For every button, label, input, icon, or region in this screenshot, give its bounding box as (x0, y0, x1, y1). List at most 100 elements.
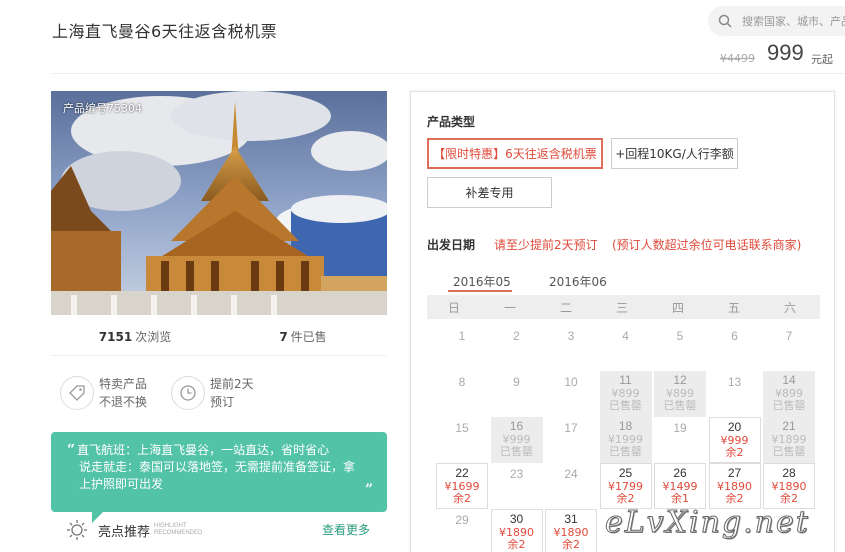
calendar-day-13: 13 (709, 371, 761, 417)
highlight-label: 亮点推荐 (98, 524, 151, 540)
calendar-day-30[interactable]: 30 ¥1890 余2 (490, 509, 543, 552)
day-number: 15 (455, 421, 469, 435)
weekday-label: 五 (727, 301, 740, 315)
feature-special-sale: 特卖产品 不退不换 (60, 375, 147, 411)
seats-left: 余2 (562, 538, 580, 551)
option-supplement[interactable]: 补差专用 (427, 177, 552, 208)
search-box[interactable] (708, 6, 845, 36)
day-number: 26 (673, 466, 687, 480)
day-number: 25 (618, 466, 633, 480)
watermark: eLvXing.net (605, 505, 810, 541)
tab-month-june[interactable]: 2016年06 (549, 273, 607, 290)
day-number: 13 (727, 375, 742, 389)
active-month-indicator (448, 290, 512, 292)
feature-line: 不退不换 (99, 395, 148, 409)
calendar-day-6: 6 (709, 325, 761, 371)
day-number: 12 (673, 373, 687, 387)
sun-icon (67, 520, 87, 540)
product-title: 上海直飞曼谷6天往返含税机票 (52, 22, 278, 41)
weekday-label: 六 (783, 301, 796, 315)
calendar-day-8: 8 (436, 371, 488, 417)
day-number: 10 (564, 375, 578, 389)
calendar-day-19: 19 (654, 417, 706, 463)
sold-out-label: 已售罄 (772, 445, 806, 458)
open-quote-icon: “ (67, 442, 76, 458)
calendar-day-9: 9 (491, 371, 543, 417)
seats-left: 余1 (671, 492, 689, 505)
day-number: 29 (455, 513, 469, 527)
search-icon (718, 14, 732, 28)
calendar-day-18: 18 ¥1999 已售罄 (599, 417, 652, 463)
product-stats: 7151 次浏览 7 件已售 (51, 328, 387, 345)
highlight-line: 说走就走：泰国可以落地签，无需提前准备签证，拿 (79, 460, 356, 474)
sold-out-label: 已售罄 (663, 399, 697, 412)
day-number: 4 (622, 329, 629, 343)
day-number: 19 (673, 421, 687, 435)
original-price: ¥4499 (720, 52, 755, 65)
views-count: 7151 (98, 330, 133, 344)
current-price: 999 (767, 40, 804, 65)
feature-line: 预订 (210, 395, 235, 409)
price-suffix: 元起 (811, 53, 833, 66)
calendar-day-27[interactable]: 27 ¥1890 余2 (708, 463, 761, 509)
day-number: 9 (513, 375, 520, 389)
highlight-en-line: RECOMMENDED (154, 530, 203, 536)
calendar-day-25[interactable]: 25 ¥1799 余2 (599, 463, 652, 509)
calendar-day-7: 7 (763, 325, 815, 371)
departure-date-label: 出发日期 (427, 238, 476, 252)
product-image (51, 91, 387, 315)
feature-line: 特卖产品 (99, 377, 148, 391)
seats-left: 余2 (725, 446, 744, 459)
calendar-day-20[interactable]: 20 ¥999 余2 (708, 417, 761, 463)
feature-line: 提前2天 (210, 377, 254, 391)
close-quote-icon: ” (364, 482, 373, 498)
weekday-label: 四 (671, 301, 684, 315)
calendar-day-22[interactable]: 22 ¥1699 余2 (436, 463, 488, 509)
calendar-day-14: 14 ¥899 已售罄 (763, 371, 815, 417)
seats-left: 余2 (453, 492, 471, 505)
day-number: 24 (564, 467, 578, 481)
calendar-day-1: 1 (436, 325, 488, 371)
sold-out-label: 已售罄 (500, 445, 533, 458)
highlight-header: 亮点推荐 HIGHLIGHT RECOMMENDED (66, 519, 202, 541)
product-code: 产品编号75304 (63, 102, 142, 115)
option-luggage[interactable]: +回程10KG/人行李额 (611, 138, 738, 169)
calendar-day-21: 21 ¥1899 已售罄 (763, 417, 815, 463)
calendar-day-3: 3 (545, 325, 597, 371)
day-number: 2 (513, 329, 520, 343)
day-number: 7 (785, 329, 793, 343)
highlight-en-line: HIGHLIGHT (154, 523, 187, 529)
header-divider (52, 73, 845, 74)
calendar-day-26[interactable]: 26 ¥1499 余1 (654, 463, 706, 509)
calendar-day-10: 10 (545, 371, 597, 417)
calendar-day-31[interactable]: 31 ¥1890 余2 (545, 509, 597, 552)
day-number: 6 (731, 329, 738, 343)
seats-left: 余2 (616, 492, 635, 505)
day-number: 11 (619, 373, 632, 387)
day-number: 1 (458, 329, 466, 343)
calendar-day-15: 15 (436, 417, 488, 463)
day-number: 18 (618, 419, 633, 433)
day-number: 22 (455, 466, 469, 480)
seats-left: 余2 (725, 492, 744, 505)
views-stat: 7151 次浏览 (51, 328, 219, 345)
calendar-day-12: 12 ¥899 已售罄 (654, 371, 706, 417)
day-number: 20 (727, 420, 742, 434)
highlight-line: 直飞航班：上海直飞曼谷，一站直达，省时省心 (77, 443, 330, 457)
highlight-line: 上护照即可出发 (79, 477, 164, 491)
see-more-link[interactable]: 查看更多 (322, 521, 370, 538)
search-input[interactable] (742, 14, 845, 28)
day-number: 5 (676, 329, 684, 343)
weekday-label: 一 (503, 301, 516, 315)
sold-stat: 7 件已售 (219, 328, 387, 345)
highlight-en-label: HIGHLIGHT RECOMMENDED (154, 523, 202, 537)
calendar-day-28[interactable]: 28 ¥1890 余2 (763, 463, 815, 509)
day-number: 30 (509, 512, 524, 526)
day-number: 14 (782, 373, 796, 387)
tab-month-may[interactable]: 2016年05 (453, 273, 511, 290)
seats-left: 余2 (780, 492, 798, 505)
calendar-day-5: 5 (654, 325, 706, 371)
sold-count: 7 (279, 330, 288, 344)
tag-icon (60, 376, 94, 410)
option-special-ticket[interactable]: 【限时特惠】6天往返含税机票 (427, 138, 603, 169)
